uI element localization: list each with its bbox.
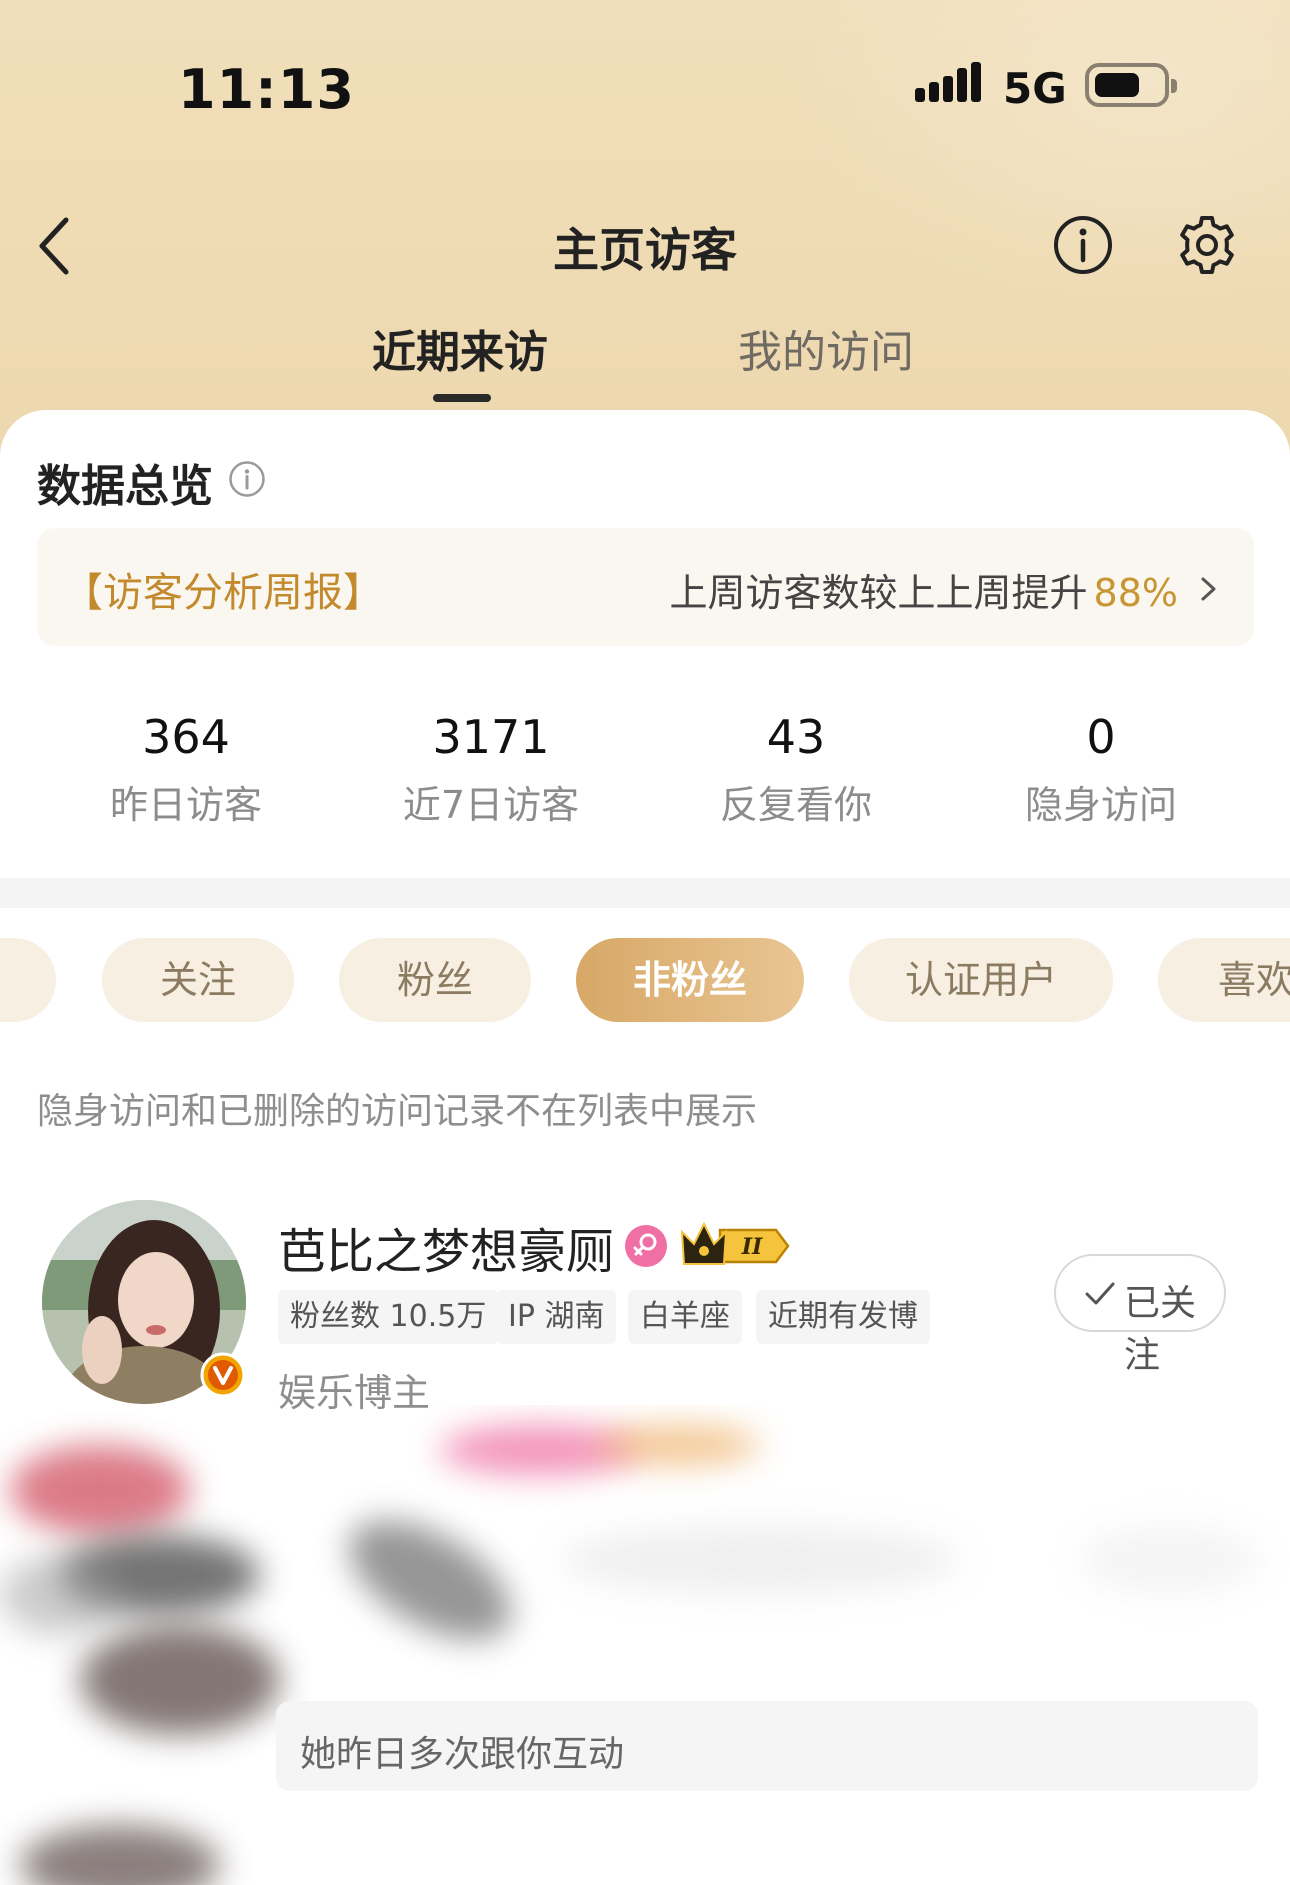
blur-shape	[10, 1445, 190, 1535]
report-summary: 上周访客数较上上周提升 88%	[670, 562, 1178, 617]
stat-label: 反复看你	[719, 783, 872, 827]
stat-yesterday[interactable]: 364 昨日访客	[36, 710, 336, 829]
tag-recent-post: 近期有发博	[756, 1290, 930, 1344]
status-bar: 11:13 5G	[0, 0, 1290, 170]
visitor-item[interactable]: 芭比之梦想豪厕 II 粉丝数 10.5万 IP 湖南 白羊座 近期有发博 娱乐博…	[0, 1200, 1290, 1415]
chevron-right-icon	[1201, 577, 1216, 601]
tab-bar: 近期来访 我的访问	[0, 316, 1290, 406]
blur-shape	[0, 1555, 120, 1635]
report-label: 【访客分析周报】	[63, 570, 383, 616]
overview-info-icon[interactable]	[228, 460, 266, 498]
interaction-hint-bar[interactable]: 她昨日多次跟你互动	[276, 1701, 1258, 1791]
blur-shape	[1080, 1525, 1260, 1595]
female-gender-icon	[625, 1225, 667, 1267]
stat-label: 近7日访客	[402, 783, 580, 827]
filter-chip-fans[interactable]: 粉丝	[339, 938, 531, 1022]
filter-chip-non-fans[interactable]: 非粉丝	[576, 938, 804, 1022]
cellular-signal-icon	[915, 62, 981, 102]
followed-button[interactable]: 已关注	[1054, 1254, 1226, 1376]
blurred-visitor-item: 她昨日多次跟你互动	[0, 1405, 1290, 1885]
stat-7days[interactable]: 3171 近7日访客	[341, 710, 641, 829]
crown-level-icon: II	[680, 1221, 790, 1265]
nav-bar: 主页访客	[0, 200, 1290, 290]
stat-repeat[interactable]: 43 反复看你	[646, 710, 946, 829]
check-icon	[1085, 1282, 1115, 1305]
filter-chip-liked[interactable]: 喜欢	[1158, 938, 1290, 1022]
network-type: 5G	[1003, 64, 1067, 113]
blur-shape	[80, 1625, 280, 1735]
verified-v-icon	[200, 1352, 246, 1398]
report-summary-text: 上周访客数较上上周提升	[669, 571, 1088, 615]
stat-value: 364	[142, 710, 230, 764]
report-percent: 88%	[1093, 571, 1178, 615]
active-tab-indicator	[433, 394, 491, 402]
filter-chip-verified[interactable]: 认证用户	[849, 938, 1113, 1022]
status-time: 11:13	[178, 58, 355, 121]
filter-chip-all[interactable]	[0, 938, 56, 1022]
tab-recent-visits[interactable]: 近期来访	[372, 316, 548, 380]
visitor-name[interactable]: 芭比之梦想豪厕	[278, 1212, 614, 1282]
tag-fans-count: 粉丝数 10.5万	[278, 1290, 499, 1344]
stat-value: 3171	[432, 710, 550, 764]
list-notice: 隐身访问和已删除的访问记录不在列表中展示	[37, 1091, 758, 1132]
battery-icon	[1085, 63, 1177, 107]
interaction-hint-text: 她昨日多次跟你互动	[300, 1734, 625, 1775]
blur-shape	[20, 1825, 220, 1885]
gear-icon[interactable]	[1176, 214, 1238, 276]
filter-chip-following[interactable]: 关注	[102, 938, 294, 1022]
stat-value: 43	[766, 710, 826, 764]
stat-value: 0	[1086, 710, 1116, 764]
followed-label: 已关注	[1124, 1283, 1197, 1376]
stat-label: 隐身访问	[1024, 783, 1177, 827]
level-text: II	[741, 1234, 763, 1260]
weekly-report-banner[interactable]: 【访客分析周报】 上周访客数较上上周提升 88%	[37, 528, 1254, 646]
overview-title: 数据总览	[37, 461, 213, 512]
info-icon[interactable]	[1052, 214, 1114, 276]
visitor-stats: 364 昨日访客 3171 近7日访客 43 反复看你 0 隐身访问	[0, 710, 1290, 830]
tag-ip: IP 湖南	[496, 1290, 617, 1344]
blur-shape	[560, 1525, 960, 1595]
filter-chips: 关注 粉丝 非粉丝 认证用户 喜欢	[0, 938, 1290, 1024]
stat-hidden[interactable]: 0 隐身访问	[951, 710, 1251, 829]
section-divider	[0, 878, 1290, 908]
blur-shape	[329, 1496, 531, 1664]
tag-zodiac: 白羊座	[628, 1290, 742, 1344]
tab-my-visits[interactable]: 我的访问	[738, 316, 914, 380]
stat-label: 昨日访客	[109, 783, 262, 827]
blur-shape	[600, 1425, 760, 1465]
